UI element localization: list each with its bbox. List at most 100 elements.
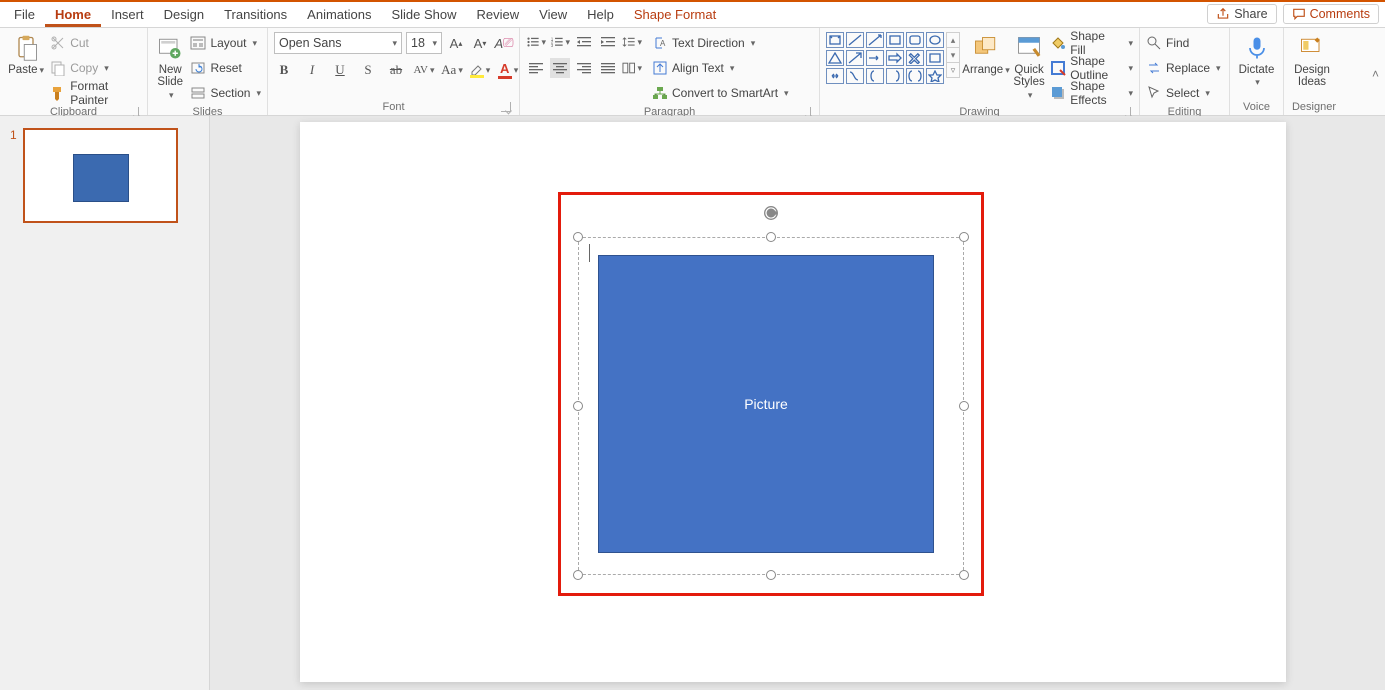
copy-label: Copy — [70, 61, 98, 75]
format-painter-label: Format Painter — [70, 79, 141, 107]
quick-styles-button[interactable]: Quick Styles▾ — [1012, 32, 1046, 101]
tab-review[interactable]: Review — [467, 3, 530, 26]
paste-button[interactable]: Paste▾ — [6, 32, 46, 76]
align-right-button[interactable] — [574, 58, 594, 78]
share-label: Share — [1234, 7, 1267, 21]
increase-indent-button[interactable] — [598, 32, 618, 52]
char-spacing-button[interactable]: AV▾ — [414, 60, 434, 80]
rotation-handle[interactable] — [762, 204, 780, 222]
copy-icon — [50, 60, 66, 76]
align-center-button[interactable] — [550, 58, 570, 78]
group-drawing: ▴▾▿ Arrange▾ Quick Styles▾ Shape Fill▾ S… — [820, 28, 1140, 115]
grow-font-button[interactable]: A▴ — [446, 33, 466, 53]
slide-canvas-area[interactable]: Picture — [210, 116, 1385, 690]
handle-bottom-right[interactable] — [959, 570, 969, 580]
change-case-button[interactable]: Aa▾ — [442, 60, 462, 80]
shape-outline-label: Shape Outline — [1070, 54, 1122, 82]
slide-thumbnails-pane[interactable]: 1 — [0, 116, 210, 690]
dictate-label: Dictate — [1239, 64, 1275, 76]
outline-icon — [1050, 60, 1066, 76]
section-button[interactable]: Section▾ — [190, 82, 261, 104]
convert-smartart-button[interactable]: Convert to SmartArt▾ — [652, 82, 789, 104]
tab-insert[interactable]: Insert — [101, 3, 154, 26]
copy-button[interactable]: Copy▾ — [50, 57, 141, 79]
bullets-button[interactable]: ▾ — [526, 32, 546, 52]
text-direction-button[interactable]: AText Direction▾ — [652, 32, 789, 54]
tab-help[interactable]: Help — [577, 3, 624, 26]
shape-effects-button[interactable]: Shape Effects▾ — [1050, 82, 1133, 104]
line-spacing-icon — [622, 35, 635, 49]
reset-button[interactable]: Reset — [190, 57, 261, 79]
font-group-label: Font — [382, 101, 404, 113]
group-voice: Dictate▾ Voice — [1230, 28, 1284, 115]
main-area: 1 Picture — [0, 116, 1385, 690]
find-button[interactable]: Find — [1146, 32, 1221, 54]
clear-format-button[interactable]: A⎚ — [494, 33, 514, 53]
ribbon-tabs: File Home Insert Design Transitions Anim… — [0, 2, 1385, 28]
font-name-input[interactable]: Open Sans▾ — [274, 32, 402, 54]
group-editing: Find Replace▾ Select▾ Editing — [1140, 28, 1230, 115]
font-color-button[interactable]: A▾ — [498, 60, 518, 80]
tab-shape-format[interactable]: Shape Format — [624, 3, 726, 26]
bold-button[interactable]: B — [274, 60, 294, 80]
font-dialog-launcher[interactable] — [501, 102, 511, 112]
strike-button[interactable]: ab — [386, 60, 406, 80]
format-painter-button[interactable]: Format Painter — [50, 82, 141, 104]
align-text-button[interactable]: Align Text▾ — [652, 57, 789, 79]
handle-top[interactable] — [766, 232, 776, 242]
reset-icon — [190, 60, 206, 76]
shadow-button[interactable]: S — [358, 60, 378, 80]
shape-rectangle[interactable]: Picture — [598, 255, 934, 553]
bullets-icon — [526, 35, 539, 49]
highlight-button[interactable]: ▾ — [470, 60, 490, 80]
justify-button[interactable] — [598, 58, 618, 78]
dictate-button[interactable]: Dictate▾ — [1236, 32, 1277, 88]
handle-bottom-left[interactable] — [573, 570, 583, 580]
handle-right[interactable] — [959, 401, 969, 411]
shape-gallery-scroll[interactable]: ▴▾▿ — [946, 32, 960, 84]
handle-top-right[interactable] — [959, 232, 969, 242]
shape-gallery[interactable] — [826, 32, 944, 84]
handle-top-left[interactable] — [573, 232, 583, 242]
shape-outline-button[interactable]: Shape Outline▾ — [1050, 57, 1133, 79]
search-icon — [1146, 35, 1162, 51]
shrink-font-button[interactable]: A▾ — [470, 33, 490, 53]
indent-icon — [600, 35, 616, 49]
replace-button[interactable]: Replace▾ — [1146, 57, 1221, 79]
font-size-input[interactable]: 18▾ — [406, 32, 442, 54]
align-text-label: Align Text — [672, 61, 724, 75]
tab-view[interactable]: View — [529, 3, 577, 26]
decrease-indent-button[interactable] — [574, 32, 594, 52]
slide[interactable]: Picture — [300, 122, 1286, 682]
new-slide-button[interactable]: New Slide▾ — [154, 32, 186, 101]
align-left-button[interactable] — [526, 58, 546, 78]
handle-left[interactable] — [573, 401, 583, 411]
svg-text:A: A — [660, 39, 666, 48]
comments-button[interactable]: Comments — [1283, 4, 1379, 24]
cut-button[interactable]: Cut — [50, 32, 141, 54]
handle-bottom[interactable] — [766, 570, 776, 580]
columns-button[interactable]: ▾ — [622, 58, 642, 78]
smartart-label: Convert to SmartArt — [672, 86, 778, 100]
slide-thumbnail-1[interactable] — [23, 128, 178, 223]
tab-slideshow[interactable]: Slide Show — [381, 3, 466, 26]
mic-icon — [1243, 34, 1271, 62]
tab-file[interactable]: File — [4, 3, 45, 26]
select-button[interactable]: Select▾ — [1146, 82, 1221, 104]
tab-transitions[interactable]: Transitions — [214, 3, 297, 26]
line-spacing-button[interactable]: ▾ — [622, 32, 642, 52]
shape-fill-button[interactable]: Shape Fill▾ — [1050, 32, 1133, 54]
shape-text[interactable]: Picture — [744, 396, 788, 412]
share-button[interactable]: Share — [1207, 4, 1276, 24]
design-ideas-button[interactable]: Design Ideas — [1290, 32, 1334, 88]
numbering-button[interactable]: 123▾ — [550, 32, 570, 52]
italic-button[interactable]: I — [302, 60, 322, 80]
collapse-ribbon-button[interactable]: ˄ — [1372, 67, 1379, 81]
arrange-button[interactable]: Arrange▾ — [964, 32, 1008, 76]
tab-animations[interactable]: Animations — [297, 3, 381, 26]
tab-home[interactable]: Home — [45, 3, 101, 27]
text-cursor — [589, 244, 590, 262]
layout-button[interactable]: Layout▾ — [190, 32, 261, 54]
tab-design[interactable]: Design — [154, 3, 214, 26]
underline-button[interactable]: U — [330, 60, 350, 80]
